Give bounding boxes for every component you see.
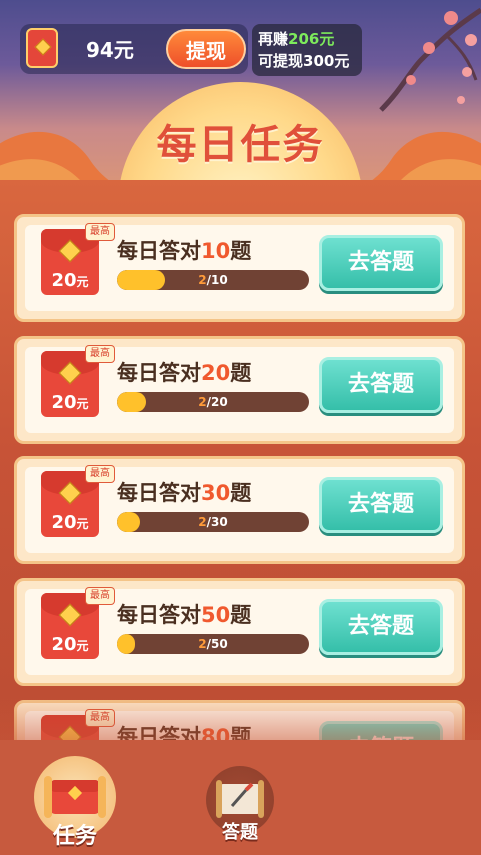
go-answer-button[interactable]: 去答题 [319,235,443,291]
task-title-suffix: 题 [230,481,252,505]
earn-more-label: 再赚 [258,30,289,48]
task-target: 20 [201,361,231,385]
task-title-suffix: 题 [230,239,252,263]
task-card: 20元 最高 每日答对50题 2/50 去答题 [14,578,465,686]
task-title-prefix: 每日答对 [117,361,201,385]
reward-amount: 20元 [41,634,99,655]
max-badge: 最高 [85,223,115,241]
reward-amount: 20元 [41,270,99,291]
reward-value: 20 [51,392,77,413]
progress-bar: 2/20 [117,392,309,412]
reward-value: 20 [51,512,77,533]
task-title-prefix: 每日答对 [117,603,201,627]
withdrawable-label: 可提现 [258,52,304,70]
withdraw-info: 再赚206元 可提现300元 [252,24,362,76]
page-title: 每日任务 [156,122,325,168]
task-card: 20元 最高 每日答对10题 2/10 去答题 [14,214,465,322]
task-title-prefix: 每日答对 [117,239,201,263]
task-card: 20元 最高 每日答对20题 2/20 去答题 [14,336,465,444]
tab-quiz[interactable]: 答题 [200,766,280,843]
red-envelope-icon [26,28,58,68]
max-badge: 最高 [85,465,115,483]
earn-more-amount: 206元 [288,30,335,48]
progress-current: 2 [198,273,207,287]
reward-value: 20 [51,270,77,291]
max-badge: 最高 [85,587,115,605]
task-title: 每日答对10题 [117,235,251,265]
balance-amount: 94元 [86,38,134,62]
task-title: 每日答对50题 [117,599,251,629]
reward-value: 20 [51,634,77,655]
progress-text: 2/50 [117,634,309,654]
progress-total: /20 [206,395,228,409]
task-target: 10 [201,239,231,263]
progress-current: 2 [198,395,207,409]
progress-text: 2/30 [117,512,309,532]
progress-current: 2 [198,515,207,529]
go-answer-button[interactable]: 去答题 [319,357,443,413]
progress-total: /10 [206,273,228,287]
progress-text: 2/20 [117,392,309,412]
task-title: 每日答对30题 [117,477,251,507]
progress-bar: 2/50 [117,634,309,654]
tab-quiz-label: 答题 [222,822,258,843]
go-answer-button[interactable]: 去答题 [319,477,443,533]
reward-unit: 元 [76,275,89,289]
task-title-suffix: 题 [230,603,252,627]
withdrawable-amount: 300元 [303,52,350,70]
progress-current: 2 [198,637,207,651]
progress-total: /50 [206,637,228,651]
progress-total: /30 [206,515,228,529]
progress-text: 2/10 [117,270,309,290]
task-target: 50 [201,603,231,627]
reward-amount: 20元 [41,392,99,413]
reward-unit: 元 [76,639,89,653]
progress-bar: 2/30 [117,512,309,532]
go-answer-button[interactable]: 去答题 [319,599,443,655]
reward-amount: 20元 [41,512,99,533]
withdraw-button[interactable]: 提现 [166,29,246,69]
task-title: 每日答对20题 [117,357,251,387]
tab-tasks[interactable]: 任务 [32,756,118,849]
tab-tasks-label: 任务 [52,824,97,849]
task-title-prefix: 每日答对 [117,481,201,505]
reward-unit: 元 [76,517,89,531]
reward-unit: 元 [76,397,89,411]
task-card: 20元 最高 每日答对30题 2/30 去答题 [14,456,465,564]
task-title-suffix: 题 [230,361,252,385]
progress-bar: 2/10 [117,270,309,290]
max-badge: 最高 [85,345,115,363]
task-target: 30 [201,481,231,505]
